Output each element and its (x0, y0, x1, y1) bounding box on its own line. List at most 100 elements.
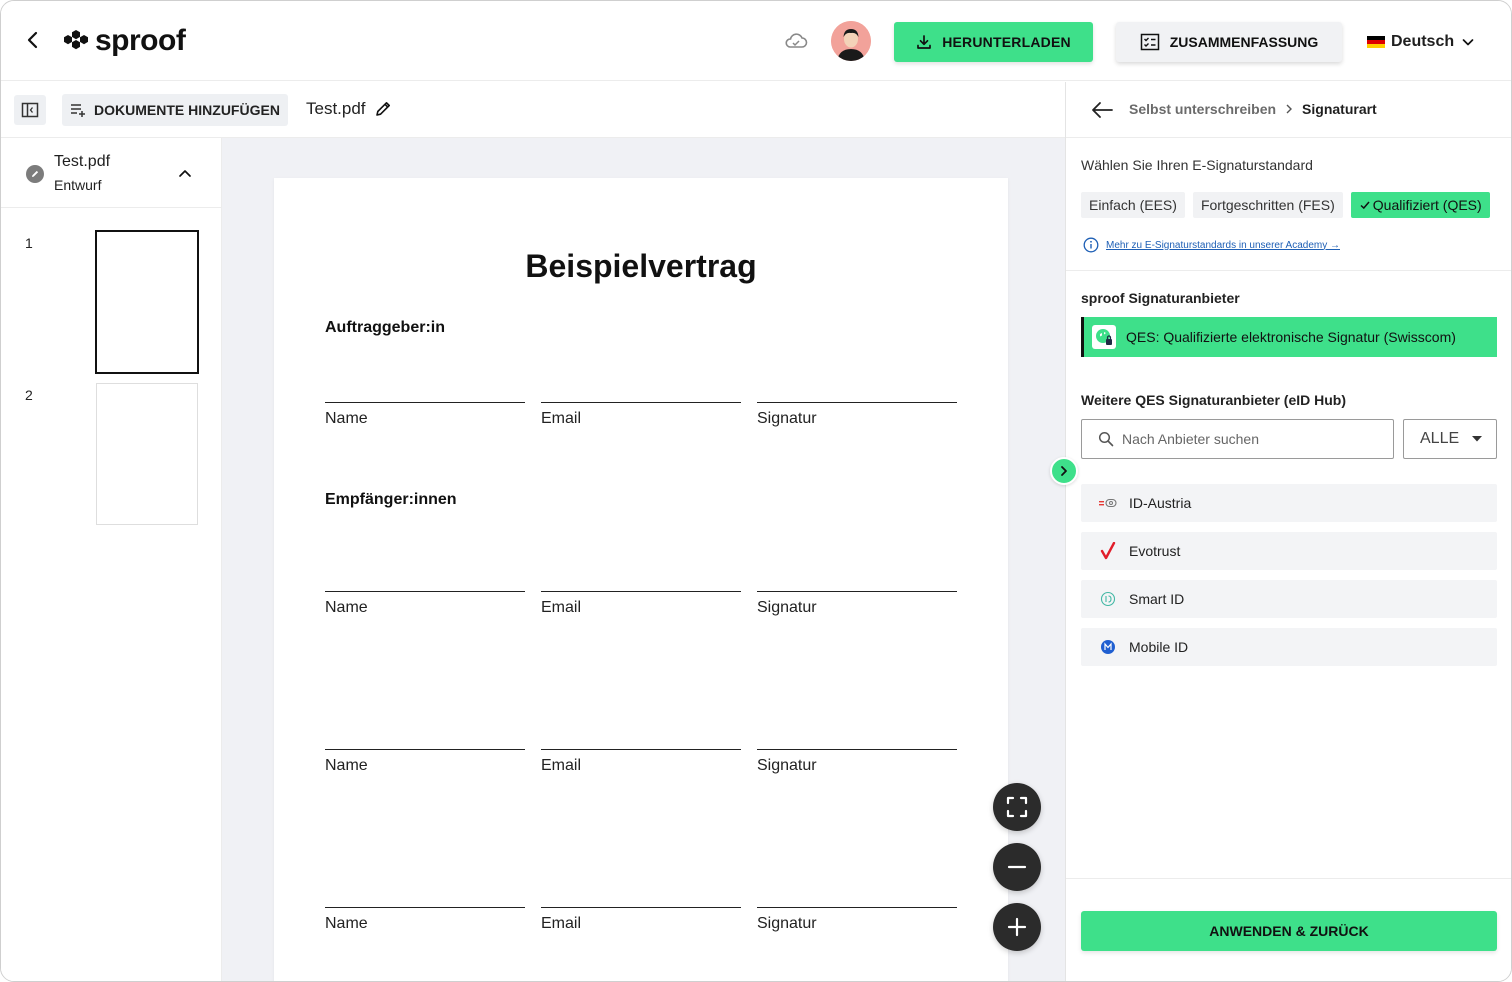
page-thumbnails-panel: Test.pdf Entwurf 1 2 (1, 138, 222, 981)
academy-link[interactable]: Mehr zu E-Signaturstandards in unserer A… (1083, 237, 1340, 253)
standard-qes-label: Qualifiziert (QES) (1372, 197, 1482, 213)
top-bar: sproof HERUNTERLADEN ZUSAMMENFASSUNG Deu… (1, 1, 1511, 81)
mobile-id-icon (1099, 638, 1117, 656)
add-documents-label: DOKUMENTE HINZUFÜGEN (94, 102, 280, 118)
divider (1066, 270, 1511, 271)
breadcrumb: Selbst unterschreiben Signaturart (1129, 101, 1377, 117)
breadcrumb-current: Signaturart (1302, 101, 1377, 117)
email-field[interactable]: Email (541, 591, 741, 617)
fullscreen-button[interactable] (993, 783, 1041, 831)
document-page: Beispielvertrag Auftraggeber:in Name Ema… (274, 178, 1008, 981)
provider-id-austria-label: ID-Austria (1129, 495, 1192, 511)
provider-id-austria[interactable]: ID-Austria (1081, 484, 1497, 522)
page-thumbnail-1[interactable] (95, 230, 199, 374)
provider-mobile-id-label: Mobile ID (1129, 639, 1189, 655)
chevron-up-icon[interactable] (176, 166, 194, 180)
file-name: Test.pdf (54, 153, 111, 170)
apply-label: ANWENDEN & ZURÜCK (1209, 923, 1369, 939)
chevron-right-icon (1061, 466, 1067, 476)
logo-text: sproof (95, 24, 186, 57)
email-field[interactable]: Email (541, 907, 741, 933)
breadcrumb-parent[interactable]: Selbst unterschreiben (1129, 101, 1276, 117)
smart-id-icon (1099, 590, 1117, 608)
provider-filter-value: ALLE (1420, 430, 1460, 447)
draft-status-icon (26, 165, 44, 183)
download-label: HERUNTERLADEN (942, 34, 1071, 50)
back-icon[interactable] (19, 27, 45, 53)
email-field[interactable]: Email (541, 749, 741, 775)
arrow-left-icon[interactable] (1090, 100, 1114, 120)
academy-link-text: Mehr zu E-Signaturstandards in unserer A… (1106, 239, 1340, 251)
standard-fes-label: Fortgeschritten (FES) (1200, 197, 1335, 213)
provider-swisscom-label: QES: Qualifizierte elektronische Signatu… (1126, 329, 1456, 345)
panel-collapse-button[interactable] (1050, 457, 1078, 485)
provider-smart-id[interactable]: Smart ID (1081, 580, 1497, 618)
standard-fes-chip[interactable]: Fortgeschritten (FES) (1192, 192, 1343, 218)
add-list-icon (71, 104, 86, 117)
standard-qes-chip[interactable]: Qualifiziert (QES) (1350, 192, 1490, 218)
pencil-icon[interactable] (374, 100, 392, 118)
panel-header: Selbst unterschreiben Signaturart (1066, 82, 1511, 138)
provider-evotrust[interactable]: Evotrust (1081, 532, 1497, 570)
document-toolbar: DOKUMENTE HINZUFÜGEN Test.pdf (1, 82, 1065, 138)
name-field[interactable]: Name (325, 749, 525, 775)
signature-field[interactable]: Signatur (757, 402, 957, 428)
signature-field[interactable]: Signatur (757, 749, 957, 775)
provider-search-input[interactable] (1122, 431, 1372, 447)
download-button[interactable]: HERUNTERLADEN (894, 22, 1093, 62)
provider-filter-select[interactable]: ALLE (1403, 419, 1497, 459)
provider-evotrust-label: Evotrust (1129, 543, 1181, 559)
standard-ees-chip[interactable]: Einfach (EES) (1081, 192, 1185, 218)
plus-icon (1007, 917, 1027, 937)
apply-and-back-button[interactable]: ANWENDEN & ZURÜCK (1081, 911, 1497, 951)
more-providers-title: Weitere QES Signaturanbieter (eID Hub) (1081, 392, 1347, 408)
sproof-logo[interactable]: sproof (61, 21, 186, 61)
minus-icon (1007, 865, 1027, 869)
user-avatar[interactable] (831, 21, 871, 61)
name-field[interactable]: Name (325, 907, 525, 933)
page-number: 2 (25, 387, 33, 403)
cloud-sync-icon[interactable] (783, 29, 809, 53)
checklist-icon (1140, 33, 1159, 51)
german-flag-icon (1367, 35, 1385, 49)
info-icon (1083, 237, 1099, 253)
document-title[interactable]: Test.pdf (306, 99, 392, 119)
page-thumbnail-2[interactable] (96, 383, 198, 525)
document-canvas: Beispielvertrag Auftraggeber:in Name Ema… (222, 138, 1065, 981)
standard-label: Wählen Sie Ihren E-Signaturstandard (1081, 157, 1313, 173)
chevron-down-icon (1462, 39, 1474, 46)
download-icon (917, 35, 932, 49)
language-selector[interactable]: Deutsch (1367, 31, 1476, 53)
section-client: Auftraggeber:in (325, 319, 445, 336)
zoom-out-button[interactable] (993, 843, 1041, 891)
search-icon (1098, 431, 1114, 447)
signature-field[interactable]: Signatur (757, 907, 957, 933)
panel-footer: ANWENDEN & ZURÜCK (1066, 878, 1511, 981)
id-austria-icon (1099, 494, 1117, 512)
signature-field[interactable]: Signatur (757, 591, 957, 617)
summary-label: ZUSAMMENFASSUNG (1169, 34, 1319, 50)
logo-mark-icon (61, 28, 91, 54)
section-recipients: Empfänger:innen (325, 491, 457, 508)
name-field[interactable]: Name (325, 402, 525, 428)
app-window: sproof HERUNTERLADEN ZUSAMMENFASSUNG Deu… (0, 0, 1512, 982)
add-documents-button[interactable]: DOKUMENTE HINZUFÜGEN (62, 94, 288, 126)
provider-smart-id-label: Smart ID (1129, 591, 1185, 607)
email-field[interactable]: Email (541, 402, 741, 428)
provider-search[interactable] (1081, 419, 1394, 459)
signature-settings-panel: Selbst unterschreiben Signaturart Wählen… (1065, 82, 1511, 981)
provider-swisscom[interactable]: QES: Qualifizierte elektronische Signatu… (1081, 317, 1497, 357)
provider-mobile-id[interactable]: Mobile ID (1081, 628, 1497, 666)
swisscom-icon (1092, 325, 1116, 349)
caret-down-icon (1472, 436, 1482, 442)
sidebar-toggle-icon[interactable] (14, 95, 46, 125)
summary-button[interactable]: ZUSAMMENFASSUNG (1116, 22, 1342, 62)
chevron-right-icon (1286, 104, 1293, 114)
document-title-text: Test.pdf (306, 99, 366, 118)
name-field[interactable]: Name (325, 591, 525, 617)
standard-ees-label: Einfach (EES) (1089, 197, 1177, 213)
zoom-in-button[interactable] (993, 903, 1041, 951)
file-entry[interactable]: Test.pdf Entwurf (1, 138, 222, 208)
document-heading: Beispielvertrag (525, 248, 757, 284)
evotrust-icon (1099, 542, 1117, 560)
